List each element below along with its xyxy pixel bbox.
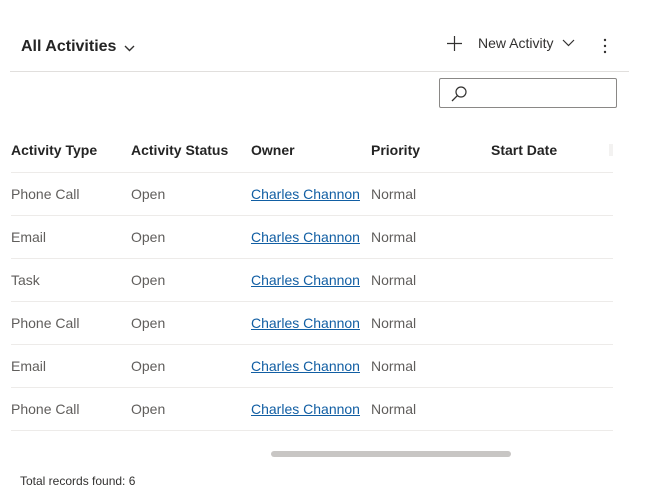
column-header-owner[interactable]: Owner <box>251 142 295 158</box>
more-vertical-icon[interactable] <box>599 37 611 55</box>
cell-priority: Normal <box>371 186 417 202</box>
chevron-down-icon <box>124 39 135 57</box>
cell-priority: Normal <box>371 401 417 417</box>
cell-activity-type: Phone Call <box>11 186 80 202</box>
cell-activity-status: Open <box>131 401 166 417</box>
cell-activity-type: Phone Call <box>11 315 80 331</box>
owner-link[interactable]: Charles Channon <box>251 401 360 417</box>
cell-priority: Normal <box>371 358 417 374</box>
command-bar: All Activities New Activity <box>0 0 645 72</box>
table-row[interactable]: Phone Call Open Charles Channon Normal <box>11 173 613 216</box>
column-header-start-date[interactable]: Start Date <box>491 142 557 158</box>
column-header-activity-status[interactable]: Activity Status <box>131 142 228 158</box>
activities-grid: Activity Type Activity Status Owner Prio… <box>0 128 613 431</box>
column-header-activity-type[interactable]: Activity Type <box>11 142 97 158</box>
cell-activity-status: Open <box>131 229 166 245</box>
grid-header-row: Activity Type Activity Status Owner Prio… <box>11 128 613 173</box>
owner-link[interactable]: Charles Channon <box>251 315 360 331</box>
horizontal-scrollbar[interactable] <box>271 451 511 457</box>
chevron-down-icon[interactable] <box>562 34 575 52</box>
new-activity-label: New Activity <box>478 35 554 51</box>
new-activity-button[interactable]: New Activity <box>446 34 575 52</box>
owner-link[interactable]: Charles Channon <box>251 358 360 374</box>
column-header-priority[interactable]: Priority <box>371 142 420 158</box>
search-box[interactable] <box>439 78 617 108</box>
cell-activity-type: Task <box>11 272 40 288</box>
cell-priority: Normal <box>371 315 417 331</box>
cell-activity-type: Phone Call <box>11 401 80 417</box>
cell-activity-status: Open <box>131 315 166 331</box>
cell-activity-type: Email <box>11 358 47 374</box>
owner-link[interactable]: Charles Channon <box>251 272 360 288</box>
search-input[interactable] <box>476 83 616 105</box>
cell-activity-type: Email <box>11 229 47 245</box>
cell-activity-status: Open <box>131 186 166 202</box>
cell-activity-status: Open <box>131 272 166 288</box>
view-title: All Activities <box>21 37 117 55</box>
cell-priority: Normal <box>371 272 417 288</box>
table-row[interactable]: Email Open Charles Channon Normal <box>11 345 613 388</box>
table-row[interactable]: Task Open Charles Channon Normal <box>11 259 613 302</box>
table-row[interactable]: Phone Call Open Charles Channon Normal <box>11 302 613 345</box>
header-divider <box>10 71 629 72</box>
records-count: Total records found: 6 <box>20 474 136 488</box>
owner-link[interactable]: Charles Channon <box>251 229 360 245</box>
plus-icon <box>446 35 463 52</box>
column-resize-handle[interactable] <box>609 144 613 156</box>
cell-priority: Normal <box>371 229 417 245</box>
table-row[interactable]: Email Open Charles Channon Normal <box>11 216 613 259</box>
owner-link[interactable]: Charles Channon <box>251 186 360 202</box>
view-selector[interactable]: All Activities <box>21 36 135 57</box>
search-icon <box>450 85 468 103</box>
table-row[interactable]: Phone Call Open Charles Channon Normal <box>11 388 613 431</box>
cell-activity-status: Open <box>131 358 166 374</box>
